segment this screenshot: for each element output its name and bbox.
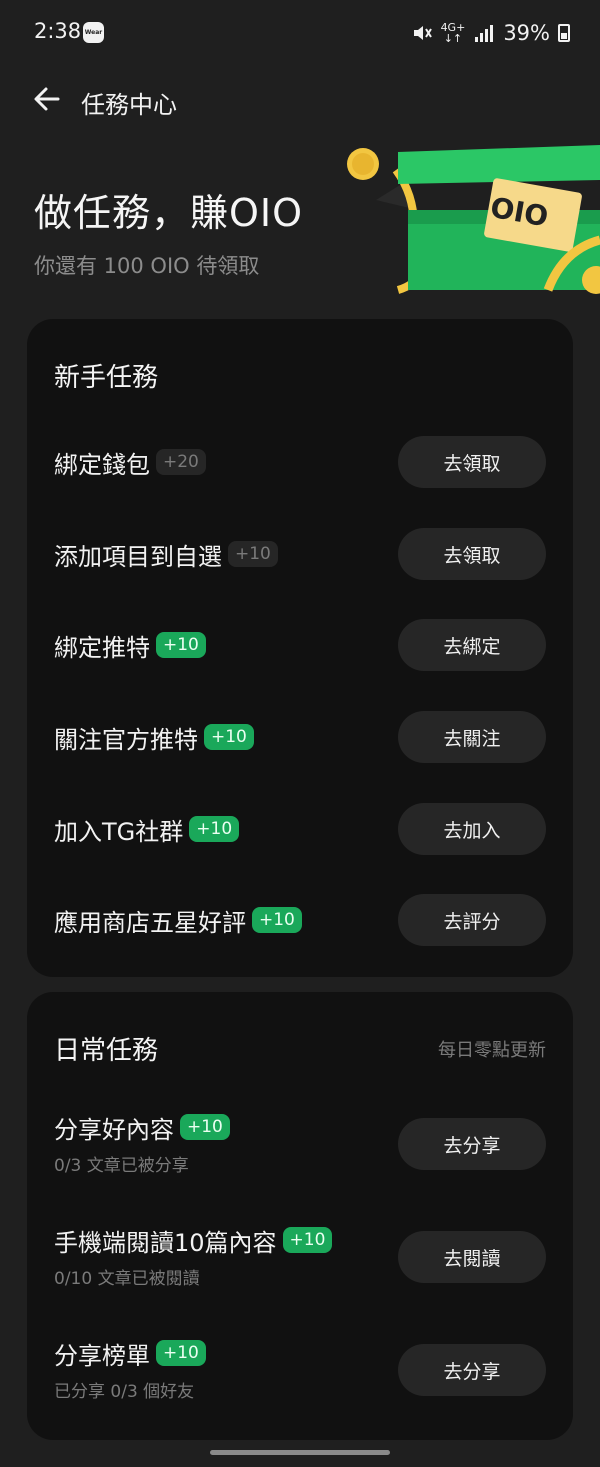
- task-row: 分享好內容 +10 0/3 文章已被分享 去分享: [27, 1107, 573, 1187]
- task-label: 應用商店五星好評 +10: [54, 900, 302, 940]
- reward-badge: +10: [252, 907, 302, 933]
- wear-icon: Wear: [83, 22, 104, 43]
- join-tg-button[interactable]: 去加入: [398, 803, 546, 855]
- reward-badge: +10: [156, 1340, 206, 1366]
- task-name: 手機端閱讀10篇內容: [54, 1228, 277, 1257]
- battery-icon: [558, 24, 570, 42]
- page-title: 任務中心: [81, 91, 177, 119]
- reward-badge: +10: [228, 541, 278, 567]
- reward-badge: +10: [189, 816, 240, 842]
- task-row: 添加項目到自選 +10 去領取: [27, 528, 573, 614]
- reward-badge: +10: [156, 632, 206, 658]
- status-icons: 4G+ ↓↑ 39%: [411, 19, 570, 47]
- task-label: 綁定推特 +10: [54, 625, 206, 665]
- task-label: 手機端閱讀10篇內容 +10: [54, 1220, 333, 1260]
- task-name: 應用商店五星好評: [54, 908, 246, 937]
- task-label: 分享好內容 +10: [54, 1107, 230, 1147]
- task-name: 添加項目到自選: [54, 542, 222, 571]
- header: 任務中心: [0, 74, 600, 128]
- network-label: 4G+: [440, 21, 466, 34]
- reward-badge: +20: [156, 449, 206, 475]
- battery-percent: 39%: [503, 21, 550, 45]
- task-progress: 0/3 文章已被分享: [54, 1156, 189, 1176]
- rate-app-button[interactable]: 去評分: [398, 894, 546, 946]
- task-row: 綁定錢包 +20 去領取: [27, 436, 573, 522]
- claim-watchlist-button[interactable]: 去領取: [398, 528, 546, 580]
- newbie-tasks-title: 新手任務: [54, 363, 159, 393]
- claim-wallet-button[interactable]: 去領取: [398, 436, 546, 488]
- task-row: 加入TG社群 +10 去加入: [27, 803, 573, 889]
- task-progress: 已分享 0/3 個好友: [54, 1382, 195, 1402]
- task-row: 分享榜單 +10 已分享 0/3 個好友 去分享: [27, 1333, 573, 1413]
- task-progress: 0/10 文章已被閱讀: [54, 1269, 200, 1289]
- task-label: 分享榜單 +10: [54, 1333, 206, 1373]
- task-row: 綁定推特 +10 去綁定: [27, 619, 573, 705]
- read-content-button[interactable]: 去閱讀: [398, 1231, 546, 1283]
- reward-badge: +10: [282, 1227, 333, 1253]
- daily-tasks-title: 日常任務: [54, 1036, 159, 1066]
- task-label: 關注官方推特 +10: [54, 717, 254, 757]
- hero-subtitle: 你還有 100 OIO 待領取: [34, 254, 260, 278]
- task-name: 加入TG社群: [54, 817, 184, 846]
- home-indicator[interactable]: [210, 1450, 390, 1455]
- newbie-tasks-card: 新手任務 綁定錢包 +20 去領取 添加項目到自選 +10 去領取 綁定推特 +…: [27, 319, 573, 977]
- task-name: 綁定推特: [54, 633, 150, 662]
- hero-title: 做任務，賺OIO: [34, 191, 304, 235]
- task-row: 關注官方推特 +10 去關注: [27, 711, 573, 797]
- mute-icon: [413, 26, 432, 40]
- reward-badge: +10: [204, 724, 254, 750]
- signal-icon: [475, 25, 494, 42]
- back-arrow-icon[interactable]: [30, 82, 64, 116]
- task-name: 分享榜單: [54, 1341, 150, 1370]
- daily-tasks-card: 日常任務 每日零點更新 分享好內容 +10 0/3 文章已被分享 去分享 手機端…: [27, 992, 573, 1440]
- status-bar: 2:38 Wear 4G+ ↓↑ 39%: [0, 0, 600, 66]
- task-name: 綁定錢包: [54, 450, 150, 479]
- reward-badge: +10: [180, 1114, 230, 1140]
- status-time: 2:38: [34, 19, 82, 43]
- daily-reset-note: 每日零點更新: [438, 1040, 546, 1061]
- bind-twitter-button[interactable]: 去綁定: [398, 619, 546, 671]
- follow-twitter-button[interactable]: 去關注: [398, 711, 546, 763]
- task-name: 關注官方推特: [54, 725, 198, 754]
- task-label: 加入TG社群 +10: [54, 809, 240, 849]
- gift-box-illustration: OIO: [347, 145, 600, 294]
- task-row: 應用商店五星好評 +10 去評分: [27, 894, 573, 980]
- task-name: 分享好內容: [54, 1115, 174, 1144]
- task-label: 添加項目到自選 +10: [54, 534, 278, 574]
- network-icon: 4G+ ↓↑: [440, 21, 466, 45]
- task-label: 綁定錢包 +20: [54, 442, 206, 482]
- share-content-button[interactable]: 去分享: [398, 1118, 546, 1170]
- task-row: 手機端閱讀10篇內容 +10 0/10 文章已被閱讀 去閱讀: [27, 1220, 573, 1300]
- share-leaderboard-button[interactable]: 去分享: [398, 1344, 546, 1396]
